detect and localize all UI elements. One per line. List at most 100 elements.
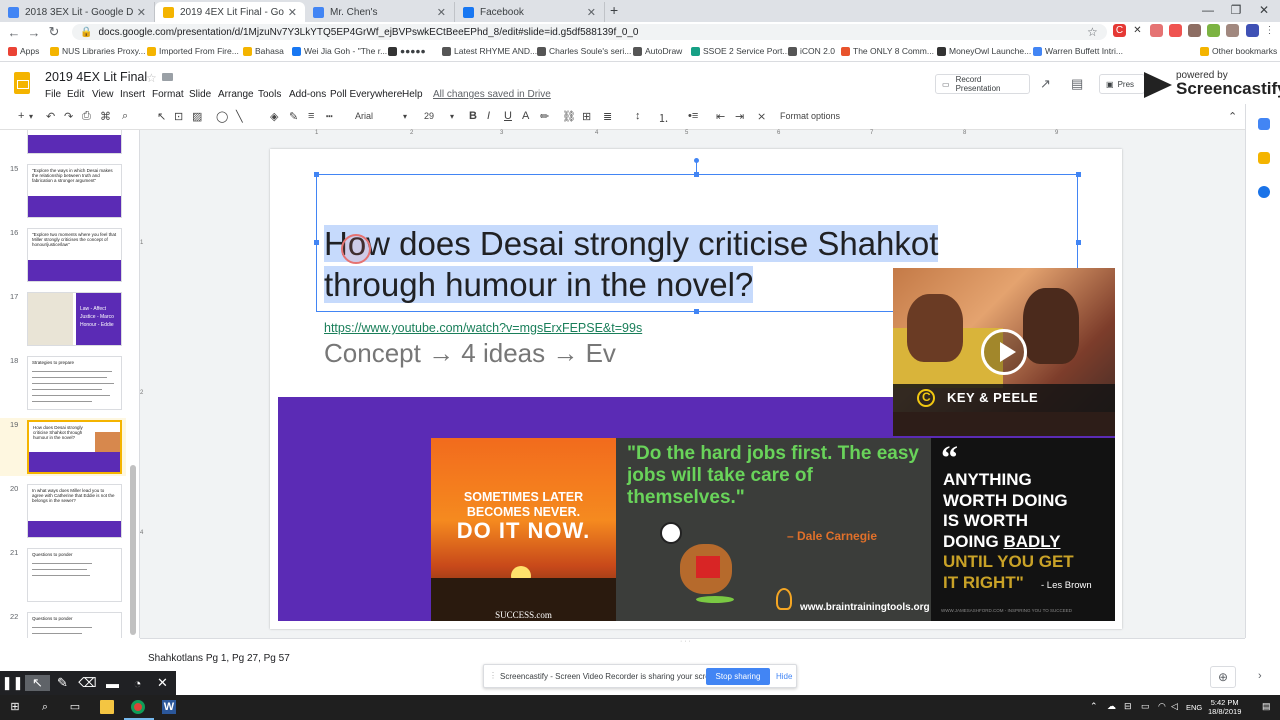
- slide-thumbnail[interactable]: Strategies to prepare: [27, 356, 122, 410]
- zoom-icon[interactable]: ⌕: [122, 110, 128, 123]
- bookmark-item[interactable]: The ONLY 8 Comm...: [841, 46, 934, 56]
- comment-icon[interactable]: ⊞: [582, 110, 591, 123]
- vertical-ruler[interactable]: 1 2 4: [140, 150, 148, 620]
- resize-handle[interactable]: [1076, 240, 1081, 245]
- slide-thumbnail[interactable]: Questions to ponder: [27, 548, 122, 602]
- resize-handle[interactable]: [694, 309, 699, 314]
- browser-tab[interactable]: Mr. Chen's ✕: [305, 2, 455, 22]
- notes-drag-handle[interactable]: · · ·: [680, 638, 691, 645]
- slide-thumbnail[interactable]: Law - Affect Justice - Marco Honour - Ed…: [27, 292, 122, 346]
- url-input[interactable]: 🔒 docs.google.com/presentation/d/1MjzuNv…: [72, 24, 1107, 40]
- numbered-list-icon[interactable]: ⒈: [658, 110, 669, 126]
- italic-icon[interactable]: I: [487, 110, 490, 122]
- poster-dale-carnegie[interactable]: "Do the hard jobs first. The easy jobs w…: [616, 438, 931, 621]
- menu-file[interactable]: File: [45, 89, 61, 100]
- menu-view[interactable]: View: [92, 89, 114, 100]
- calendar-icon[interactable]: [1258, 118, 1270, 130]
- increase-indent-icon[interactable]: ⇥: [735, 110, 744, 123]
- profile-avatar[interactable]: [1246, 24, 1259, 37]
- chrome-menu-icon[interactable]: ⋮: [1263, 24, 1276, 37]
- border-dash-icon[interactable]: ┅: [326, 110, 333, 123]
- bookmark-item[interactable]: SSOE 2 Service Port...: [691, 46, 789, 56]
- minimize-icon[interactable]: —: [1194, 3, 1222, 17]
- bookmark-item[interactable]: NUS Libraries Proxy...: [50, 46, 145, 56]
- bookmark-item[interactable]: AutoDraw: [633, 46, 682, 56]
- undo-icon[interactable]: ↶: [46, 110, 55, 123]
- bookmark-item[interactable]: Wei Jia Goh - "The r...: [292, 46, 387, 56]
- chevron-down-icon[interactable]: ▾: [29, 112, 33, 121]
- browser-tab-active[interactable]: 2019 4EX Lit Final - Google Slid ✕: [155, 2, 305, 22]
- reload-icon[interactable]: ↻: [44, 24, 64, 40]
- bookmark-item[interactable]: Bahasa: [243, 46, 284, 56]
- activity-trend-icon[interactable]: ↗: [1040, 76, 1051, 92]
- other-bookmarks[interactable]: Other bookmarks: [1200, 46, 1277, 56]
- doc-title[interactable]: 2019 4EX Lit Final: [45, 70, 147, 84]
- volume-icon[interactable]: ◁: [1171, 701, 1178, 712]
- folder-icon[interactable]: [162, 73, 173, 81]
- menu-format[interactable]: Format: [152, 89, 184, 100]
- poster-les-brown[interactable]: “ ANYTHING WORTH DOING IS WORTH DOING BA…: [931, 438, 1115, 621]
- windows-start-icon[interactable]: ⊞: [8, 700, 22, 714]
- format-options-button[interactable]: Format options: [780, 111, 840, 121]
- bookmark-apps[interactable]: Apps: [8, 46, 39, 56]
- collapse-toolbar-icon[interactable]: ⌃: [1228, 110, 1237, 123]
- bold-icon[interactable]: B: [469, 110, 477, 122]
- star-icon[interactable]: ☆: [1087, 25, 1098, 39]
- bookmark-item[interactable]: iCON 2.0: [788, 46, 835, 56]
- line-spacing-icon[interactable]: ↕: [635, 110, 641, 122]
- youtube-link[interactable]: https://www.youtube.com/watch?v=mgsErxFE…: [324, 321, 642, 335]
- tasks-icon[interactable]: [1258, 186, 1270, 198]
- hide-button[interactable]: Hide: [776, 672, 792, 681]
- forward-icon[interactable]: →: [24, 25, 44, 40]
- file-explorer-icon[interactable]: [100, 700, 114, 714]
- horizontal-ruler[interactable]: 1 2 3 4 5 6 7 8 9: [270, 130, 1122, 138]
- menu-help[interactable]: Help: [402, 89, 423, 100]
- extension-icon[interactable]: [1226, 24, 1239, 37]
- concept-text[interactable]: Concept → 4 ideas → Ev: [324, 338, 616, 369]
- resize-handle[interactable]: [314, 240, 319, 245]
- clear-formatting-icon[interactable]: ⨯: [757, 110, 766, 123]
- extension-icon[interactable]: C: [1113, 24, 1126, 37]
- close-tab-icon[interactable]: ✕: [288, 6, 297, 19]
- input-language[interactable]: ENG: [1186, 703, 1202, 712]
- new-tab-button[interactable]: +: [610, 2, 618, 18]
- slide-thumbnail[interactable]: In what ways does Miller lead you to agr…: [27, 484, 122, 538]
- filmstrip-scrollbar[interactable]: [130, 465, 136, 635]
- select-arrow-icon[interactable]: ↖: [157, 110, 166, 123]
- keep-icon[interactable]: [1258, 152, 1270, 164]
- text-color-icon[interactable]: A: [522, 110, 529, 122]
- chevron-down-icon[interactable]: ▾: [450, 112, 454, 121]
- play-icon[interactable]: [981, 329, 1027, 375]
- border-weight-icon[interactable]: ≡: [308, 110, 314, 122]
- timer-icon[interactable]: ◔: [125, 676, 150, 691]
- eraser-icon[interactable]: ⌫: [75, 675, 100, 691]
- fill-color-icon[interactable]: ◈: [270, 110, 278, 123]
- side-panel-toggle-icon[interactable]: ›: [1258, 670, 1262, 682]
- border-color-icon[interactable]: ✎: [289, 110, 298, 123]
- wifi-icon[interactable]: ◠: [1158, 701, 1166, 712]
- decrease-indent-icon[interactable]: ⇤: [716, 110, 725, 123]
- chevron-down-icon[interactable]: ▾: [403, 112, 407, 121]
- close-icon[interactable]: ✕: [150, 675, 175, 691]
- highlight-icon[interactable]: ✏: [540, 110, 549, 123]
- rotate-handle[interactable]: [694, 158, 699, 163]
- menu-slide[interactable]: Slide: [189, 89, 211, 100]
- extension-icon[interactable]: [1150, 24, 1163, 37]
- underline-icon[interactable]: U: [504, 110, 512, 122]
- new-slide-icon[interactable]: +: [18, 110, 24, 122]
- slide-thumbnail-selected[interactable]: How does Desai strongly criticise Shahko…: [27, 420, 122, 474]
- bookmark-item[interactable]: Imported From Fire...: [147, 46, 239, 56]
- stop-sharing-button[interactable]: Stop sharing: [706, 668, 770, 685]
- extension-icon[interactable]: [1188, 24, 1201, 37]
- font-select[interactable]: Arial: [355, 111, 373, 121]
- redo-icon[interactable]: ↷: [64, 110, 73, 123]
- bookmark-item[interactable]: Charles Soule's seri...: [537, 46, 631, 56]
- bulleted-list-icon[interactable]: •≡: [688, 110, 698, 122]
- menu-arrange[interactable]: Arrange: [218, 89, 254, 100]
- text-box-icon[interactable]: ⊡: [174, 110, 183, 123]
- search-icon[interactable]: ⌕: [38, 700, 52, 714]
- slide-thumbnail[interactable]: [27, 130, 122, 154]
- record-presentation-button[interactable]: ▭ Record Presentation: [935, 74, 1030, 94]
- cloud-icon[interactable]: ☁: [1107, 701, 1116, 712]
- align-icon[interactable]: ≣: [603, 110, 612, 123]
